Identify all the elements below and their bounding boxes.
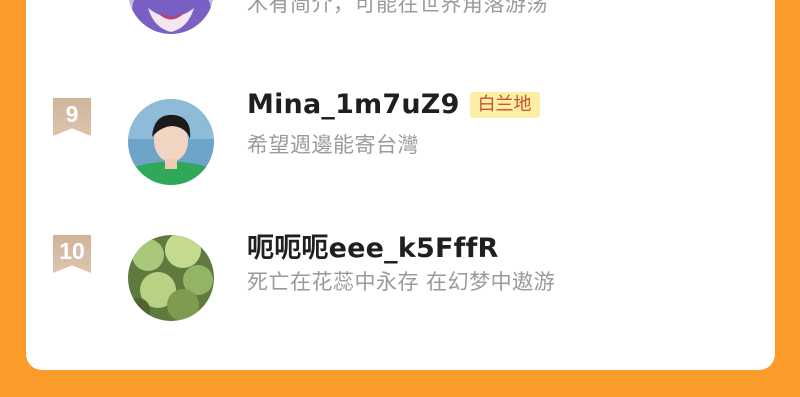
avatar[interactable] [128, 0, 214, 34]
person-avatar-icon [128, 99, 214, 185]
rank-number: 10 [59, 238, 85, 264]
username-line: 呃呃呃eee_k5FffR [247, 226, 499, 265]
rank-number: 9 [65, 101, 79, 127]
user-bio: 希望週邊能寄台灣 [247, 133, 419, 157]
username-line: Mina_1m7uZ9 白兰地 [247, 89, 540, 120]
avatar[interactable] [128, 99, 214, 185]
list-item[interactable]: 10 呃呃呃eee_k5FffR 死亡在花蕊中永存 在幻梦中遨游 [26, 233, 775, 325]
avatar[interactable] [128, 235, 214, 321]
rank-ribbon: 9 [53, 98, 91, 136]
username[interactable]: 呃呃呃eee_k5FffR [247, 226, 499, 265]
rank-ribbon: 10 [53, 235, 91, 273]
list-item[interactable]: 9 Mina_1m7uZ9 白兰地 希望週邊能寄台灣 [26, 89, 775, 188]
plant-avatar-icon [128, 235, 214, 321]
list-item[interactable]: 8 木有简介，可能在世界角落游荡 [26, 0, 775, 48]
anime-avatar-icon [128, 0, 214, 34]
user-bio: 死亡在花蕊中永存 在幻梦中遨游 [247, 270, 556, 294]
user-bio: 木有简介，可能在世界角落游荡 [247, 0, 548, 16]
level-badge: 白兰地 [469, 91, 540, 118]
username[interactable]: Mina_1m7uZ9 [247, 89, 460, 120]
leaderboard-card: 8 木有简介，可能在世界角落游荡 9 [26, 0, 775, 370]
